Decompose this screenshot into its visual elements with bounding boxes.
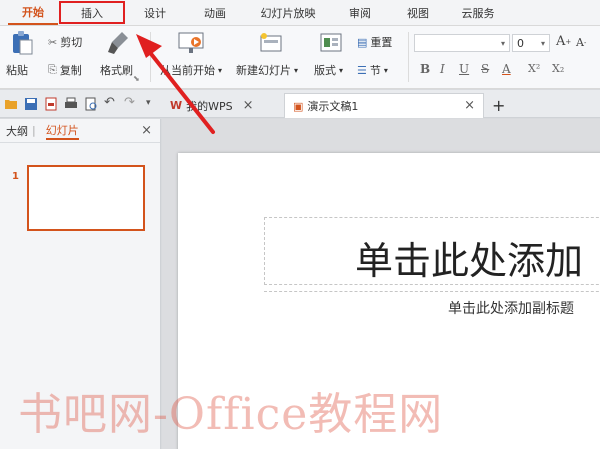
tab-home[interactable]: 开始 xyxy=(8,0,58,25)
slide-number: 1 xyxy=(12,171,19,182)
from-current-label: 从当前开始 xyxy=(160,64,215,77)
quick-access-bar: ↶ ↷ ▾ W 我的WPS × ▣ 演示文稿1 × + xyxy=(0,90,600,118)
new-slide-icon[interactable] xyxy=(258,32,284,54)
chevron-down-icon: ▾ xyxy=(540,38,545,48)
strikethrough-button[interactable]: S xyxy=(481,62,489,76)
presentation-file-icon: ▣ xyxy=(293,99,304,113)
increase-font-icon[interactable]: A + xyxy=(556,34,571,49)
tab-design[interactable]: 设计 xyxy=(126,0,184,25)
underline-button[interactable]: U xyxy=(459,62,469,76)
chevron-down-icon: ▾ xyxy=(383,65,388,75)
chevron-down-icon: ▾ xyxy=(294,65,299,75)
slideshow-play-icon[interactable] xyxy=(178,32,204,54)
font-color-button[interactable]: A xyxy=(502,62,511,76)
italic-button[interactable]: I xyxy=(440,62,445,76)
close-icon[interactable]: × xyxy=(464,98,475,113)
paste-icon[interactable] xyxy=(10,30,34,56)
wps-home-label: 我的WPS xyxy=(186,99,233,113)
reset-icon: ▤ xyxy=(357,35,368,49)
ribbon-toolbar: 粘贴 ✂ 剪切 ⎘ 复制 格式刷 ⬊ 从当前开始 ▾ 新建幻灯片 ▾ 版式 ▾ … xyxy=(0,26,600,89)
document-tab[interactable]: ▣ 演示文稿1 × xyxy=(284,93,484,118)
export-pdf-icon[interactable] xyxy=(44,97,58,111)
superscript-button[interactable]: X² xyxy=(528,62,540,75)
print-preview-icon[interactable] xyxy=(84,97,98,111)
decrease-font-icon[interactable]: A- xyxy=(576,36,586,49)
save-icon[interactable] xyxy=(24,97,38,111)
copy-icon: ⎘ xyxy=(48,63,57,76)
tab-slideshow[interactable]: 幻灯片放映 xyxy=(246,0,330,25)
reset-button[interactable]: ▤ 重置 xyxy=(357,34,392,50)
cut-button[interactable]: ✂ 剪切 xyxy=(48,34,82,50)
tab-review[interactable]: 审阅 xyxy=(330,0,390,25)
slide-thumbnail[interactable] xyxy=(27,165,145,231)
separator xyxy=(408,32,409,82)
bold-button[interactable]: B xyxy=(420,62,430,76)
chevron-down-icon: ▾ xyxy=(339,65,344,75)
tab-animation[interactable]: 动画 xyxy=(184,0,246,25)
layout-icon[interactable] xyxy=(320,32,342,54)
wps-logo-icon: W xyxy=(170,99,183,112)
font-size-select[interactable]: 0 ▾ xyxy=(512,34,550,52)
title-placeholder-text: 单击此处添加 xyxy=(355,239,584,283)
outline-tab[interactable]: 大纲 xyxy=(6,123,28,139)
new-slide-button[interactable]: 新建幻灯片 ▾ xyxy=(236,62,301,78)
cut-label: 剪切 xyxy=(60,36,83,49)
customize-quickbar-icon[interactable]: ▾ xyxy=(146,96,160,110)
layout-label: 版式 xyxy=(314,64,336,77)
document-tab-label: 演示文稿1 xyxy=(307,100,359,113)
subscript-button[interactable]: X₂ xyxy=(552,62,564,75)
copy-label: 复制 xyxy=(59,64,82,77)
dialog-launcher-icon[interactable]: ⬊ xyxy=(133,74,140,83)
font-size-value: 0 xyxy=(517,36,524,50)
paste-button[interactable]: 粘贴 xyxy=(6,62,28,78)
folder-icon[interactable] xyxy=(4,97,18,111)
close-icon[interactable]: × xyxy=(243,98,254,113)
subtitle-placeholder-text: 单击此处添加副标题 xyxy=(448,301,574,317)
tab-view[interactable]: 视图 xyxy=(390,0,446,25)
wps-home-tab[interactable]: W 我的WPS × xyxy=(162,93,262,118)
section-button[interactable]: ☰ 节 ▾ xyxy=(357,62,391,78)
chevron-down-icon: ▾ xyxy=(500,38,505,48)
title-placeholder[interactable]: 单击此处添加 xyxy=(264,217,600,285)
section-label: 节 xyxy=(369,64,381,77)
subtitle-placeholder[interactable]: 单击此处添加副标题 xyxy=(264,291,600,321)
tab-insert[interactable]: 插入 xyxy=(58,0,126,25)
redo-icon[interactable]: ↷ xyxy=(124,95,138,110)
panel-header: 大纲 | 幻灯片 × xyxy=(0,119,160,143)
print-icon[interactable] xyxy=(64,97,78,111)
font-name-select[interactable]: ▾ xyxy=(414,34,510,52)
brush-icon[interactable] xyxy=(108,30,130,56)
slides-tab[interactable]: 幻灯片 xyxy=(45,122,79,140)
chevron-down-icon: ▾ xyxy=(218,65,223,75)
section-icon: ☰ xyxy=(357,63,367,77)
menu-tab-bar: 开始 插入 设计 动画 幻灯片放映 审阅 视图 云服务 xyxy=(0,0,600,26)
new-slide-label: 新建幻灯片 xyxy=(236,64,291,77)
copy-button[interactable]: ⎘ 复制 xyxy=(48,62,82,78)
close-icon[interactable]: × xyxy=(141,123,152,138)
layout-button[interactable]: 版式 ▾ xyxy=(314,62,346,78)
from-current-button[interactable]: 从当前开始 ▾ xyxy=(160,62,225,78)
scissors-icon: ✂ xyxy=(48,35,58,49)
separator xyxy=(150,32,151,82)
tab-cloud[interactable]: 云服务 xyxy=(446,0,510,25)
format-painter-button[interactable]: 格式刷 xyxy=(100,62,133,78)
new-tab-button[interactable]: + xyxy=(484,93,513,118)
tab-divider: | xyxy=(32,124,36,137)
reset-label: 重置 xyxy=(370,36,393,49)
undo-icon[interactable]: ↶ xyxy=(104,95,118,110)
watermark: 书吧网-Office教程网 xyxy=(18,389,444,440)
